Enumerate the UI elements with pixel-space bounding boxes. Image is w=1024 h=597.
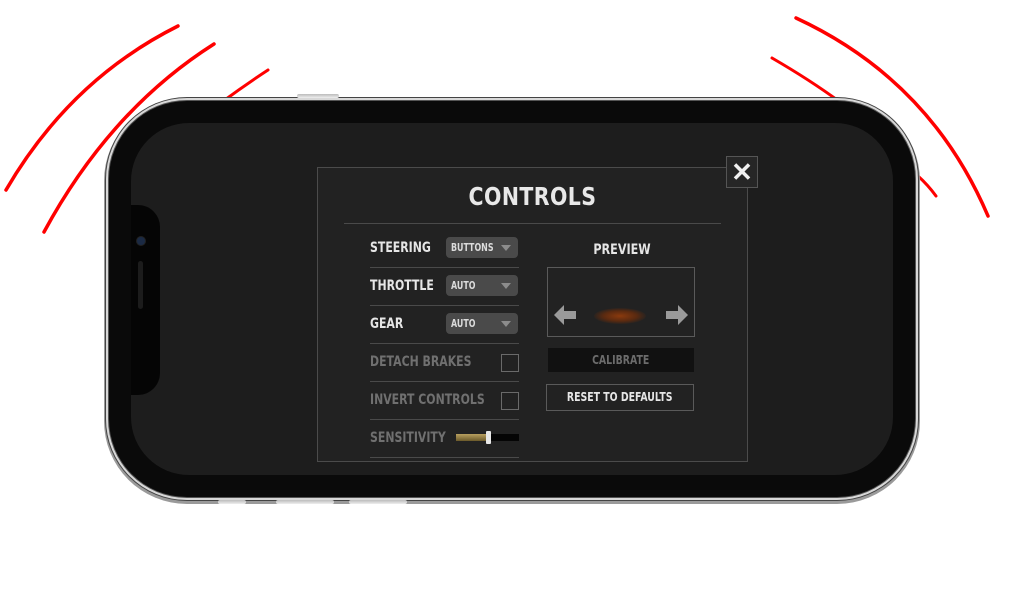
setting-row-gear: GEAR AUTO — [370, 306, 519, 344]
speaker-grille — [138, 261, 143, 309]
close-button[interactable]: ✕ — [726, 156, 758, 188]
phone-frame: CONTROLS STEERING BUTTONS THROTTLE AUTO — [109, 94, 915, 504]
setting-label: THROTTLE — [370, 278, 434, 294]
setting-row-sensitivity: SENSITIVITY — [370, 420, 519, 458]
chevron-down-icon — [501, 321, 511, 327]
setting-label: INVERT CONTROLS — [370, 392, 485, 408]
arrow-left-icon — [554, 305, 576, 325]
invert-controls-checkbox[interactable] — [501, 392, 519, 410]
camera-icon — [137, 237, 145, 245]
setting-label: DETACH BRAKES — [370, 354, 472, 370]
phone-bottom-button-1 — [218, 500, 246, 504]
swoosh-right-middle — [770, 56, 842, 104]
dialog-title: CONTROLS — [468, 182, 597, 211]
sensitivity-slider[interactable] — [456, 431, 519, 444]
setting-row-steering: STEERING BUTTONS — [370, 230, 519, 268]
phone-bottom-button-3 — [349, 500, 407, 504]
controls-dialog: CONTROLS STEERING BUTTONS THROTTLE AUTO — [317, 167, 748, 462]
swoosh-left-inner — [220, 68, 270, 104]
settings-list: STEERING BUTTONS THROTTLE AUTO GEAR AUTO… — [370, 230, 519, 458]
phone-screen: CONTROLS STEERING BUTTONS THROTTLE AUTO — [131, 123, 893, 475]
chevron-down-icon — [501, 245, 511, 251]
slider-knob[interactable] — [486, 431, 491, 444]
preview-label: PREVIEW — [593, 242, 651, 258]
calibrate-button[interactable]: CALIBRATE — [548, 348, 694, 372]
setting-row-invert-controls: INVERT CONTROLS — [370, 382, 519, 420]
arrow-right-icon — [666, 305, 688, 325]
chevron-down-icon — [501, 283, 511, 289]
slider-fill — [456, 434, 488, 441]
setting-label: SENSITIVITY — [370, 430, 446, 446]
select-value: BUTTONS — [451, 241, 494, 254]
throttle-select[interactable]: AUTO — [446, 275, 518, 296]
phone-top-button — [297, 94, 339, 98]
calibrate-label: CALIBRATE — [592, 353, 650, 367]
setting-label: STEERING — [370, 240, 431, 256]
setting-label: GEAR — [370, 316, 404, 332]
reset-to-defaults-button[interactable]: RESET TO DEFAULTS — [546, 384, 694, 411]
preview-indicator — [594, 308, 646, 324]
select-value: AUTO — [451, 317, 476, 330]
detach-brakes-checkbox[interactable] — [501, 354, 519, 372]
steering-select[interactable]: BUTTONS — [446, 237, 518, 258]
close-icon: ✕ — [731, 157, 753, 187]
select-value: AUTO — [451, 279, 476, 292]
preview-box — [547, 267, 695, 337]
phone-bottom-button-2 — [276, 500, 334, 504]
notch — [131, 205, 160, 395]
swoosh-right-inner — [916, 174, 938, 198]
reset-label: RESET TO DEFAULTS — [567, 390, 673, 404]
gear-select[interactable]: AUTO — [446, 313, 518, 334]
setting-row-throttle: THROTTLE AUTO — [370, 268, 519, 306]
title-divider — [344, 223, 721, 224]
setting-row-detach-brakes: DETACH BRAKES — [370, 344, 519, 382]
